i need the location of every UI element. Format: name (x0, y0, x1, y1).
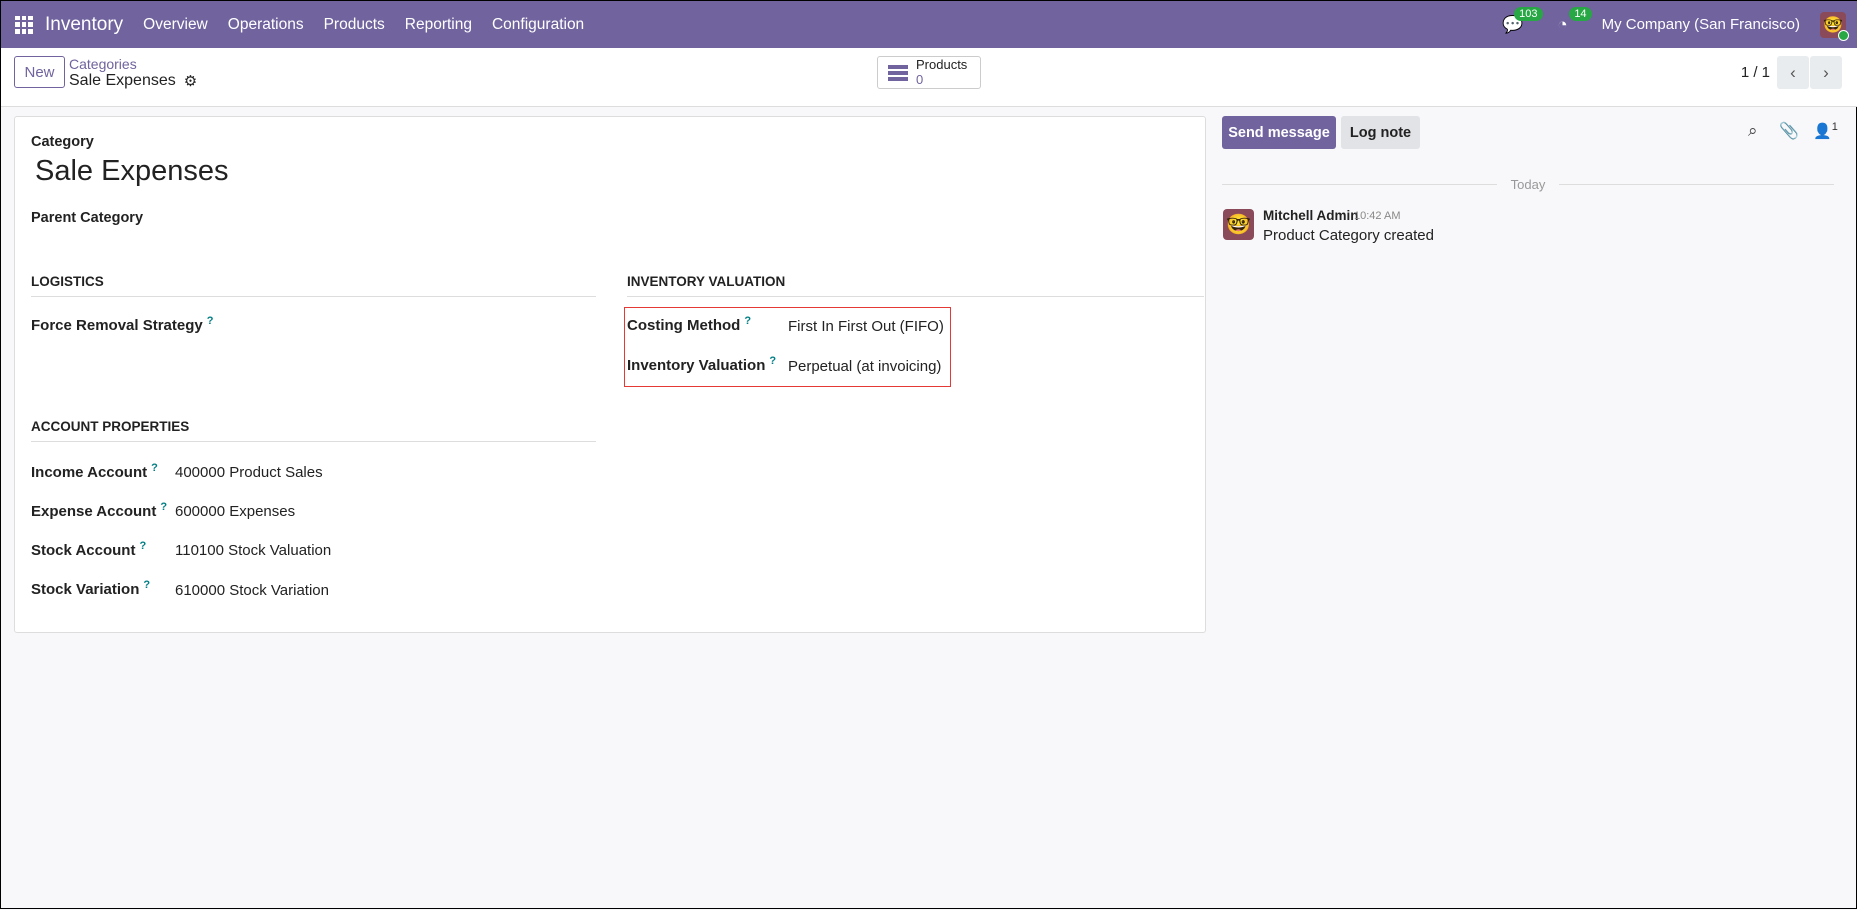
pager-value[interactable]: 1 / 1 (1741, 64, 1770, 81)
menu-operations[interactable]: Operations (228, 16, 304, 34)
send-message-button[interactable]: Send message (1222, 116, 1336, 149)
label-text: Stock Variation (31, 581, 140, 598)
message-body: Product Category created (1263, 227, 1434, 244)
clock-icon: ◔ (1557, 14, 1568, 34)
products-count: 0 (916, 72, 924, 87)
log-note-button[interactable]: Log note (1341, 116, 1420, 149)
today-label: Today (1510, 177, 1546, 192)
help-icon[interactable]: ? (207, 315, 214, 327)
menu-reporting[interactable]: Reporting (405, 16, 472, 34)
stock-variation-label: Stock Variation? (31, 579, 150, 598)
label-text: Expense Account (31, 503, 157, 520)
message-time: 10:42 AM (1354, 210, 1401, 222)
user-icon: 👤 (1813, 123, 1832, 140)
author-avatar[interactable]: 🤓 (1223, 209, 1254, 240)
search-icon[interactable]: ⌕ (1748, 121, 1758, 141)
date-separator: Today (1222, 177, 1835, 192)
message-author[interactable]: Mitchell Admin (1263, 208, 1359, 223)
chevron-right-icon: › (1823, 62, 1829, 82)
label-text: Income Account (31, 464, 148, 481)
user-avatar[interactable]: 🤓 (1820, 11, 1849, 41)
costing-method-field[interactable]: First In First Out (FIFO) (788, 318, 944, 335)
messages-badge: 103 (1514, 6, 1543, 21)
label-text: Stock Account (31, 542, 136, 559)
valuation-section-title: INVENTORY VALUATION (627, 274, 1204, 297)
income-account-label: Income Account? (31, 462, 158, 481)
help-icon[interactable]: ? (139, 540, 146, 552)
pager-next-button[interactable]: › (1810, 56, 1842, 89)
activities-badge: 14 (1569, 6, 1592, 21)
account-section-title: ACCOUNT PROPERTIES (31, 419, 596, 442)
category-name-field[interactable]: Sale Expenses (35, 155, 228, 188)
pager-previous-button[interactable]: ‹ (1777, 56, 1809, 89)
control-panel: New Categories Sale Expenses ⚙ Products 0 … (1, 48, 1857, 107)
inventory-valuation-field[interactable]: Perpetual (at invoicing) (788, 358, 941, 375)
followers-count: 1 (1831, 121, 1838, 133)
navbar: Inventory Overview Operations Products R… (1, 1, 1857, 48)
form-sheet: Category Sale Expenses Parent Category L… (14, 116, 1206, 633)
stock-account-field[interactable]: 110100 Stock Valuation (175, 542, 331, 559)
menu-products[interactable]: Products (324, 16, 385, 34)
parent-category-label: Parent Category (31, 210, 144, 226)
chevron-left-icon: ‹ (1790, 62, 1796, 82)
force-removal-text: Force Removal Strategy (31, 317, 203, 334)
costing-method-label: Costing Method? (627, 315, 751, 334)
online-status-icon (1838, 29, 1849, 41)
help-icon[interactable]: ? (769, 355, 776, 367)
logistics-section-title: LOGISTICS (31, 274, 596, 297)
help-icon[interactable]: ? (151, 462, 158, 474)
company-switcher[interactable]: My Company (San Francisco) (1602, 16, 1800, 33)
app-name[interactable]: Inventory (45, 14, 123, 36)
inventory-valuation-label: Inventory Valuation? (627, 355, 776, 374)
expense-account-label: Expense Account? (31, 501, 167, 520)
paperclip-icon[interactable]: 📎 (1779, 121, 1799, 141)
list-icon (888, 64, 908, 81)
chatter: Send message Log note ⌕ 📎 👤1 Today 🤓 Mit… (1221, 107, 1857, 910)
help-icon[interactable]: ? (160, 501, 167, 513)
gear-icon[interactable]: ⚙ (184, 72, 197, 90)
help-icon[interactable]: ? (143, 579, 150, 591)
followers-button[interactable]: 👤1 (1813, 121, 1838, 140)
record-title: Sale Expenses (69, 72, 176, 89)
new-button[interactable]: New (14, 56, 65, 88)
help-icon[interactable]: ? (744, 315, 751, 327)
expense-account-field[interactable]: 600000 Expenses (175, 503, 295, 520)
inventory-valuation-text: Inventory Valuation (627, 357, 766, 374)
menu-configuration[interactable]: Configuration (492, 16, 584, 34)
stock-account-label: Stock Account? (31, 540, 146, 559)
menu-overview[interactable]: Overview (143, 16, 208, 34)
messages-button[interactable]: 💬 103 (1502, 6, 1543, 35)
category-label: Category (31, 134, 94, 150)
stock-variation-field[interactable]: 610000 Stock Variation (175, 582, 329, 599)
breadcrumb-categories[interactable]: Categories (69, 56, 137, 72)
breadcrumb-current: Sale Expenses ⚙ (69, 72, 197, 90)
costing-method-text: Costing Method (627, 317, 741, 334)
activities-button[interactable]: ◔ 14 (1557, 6, 1592, 35)
income-account-field[interactable]: 400000 Product Sales (175, 464, 323, 481)
apps-menu-icon[interactable] (15, 15, 33, 34)
force-removal-label: Force Removal Strategy? (31, 315, 213, 334)
products-smart-button[interactable]: Products 0 (877, 56, 981, 89)
products-label: Products (916, 57, 968, 72)
